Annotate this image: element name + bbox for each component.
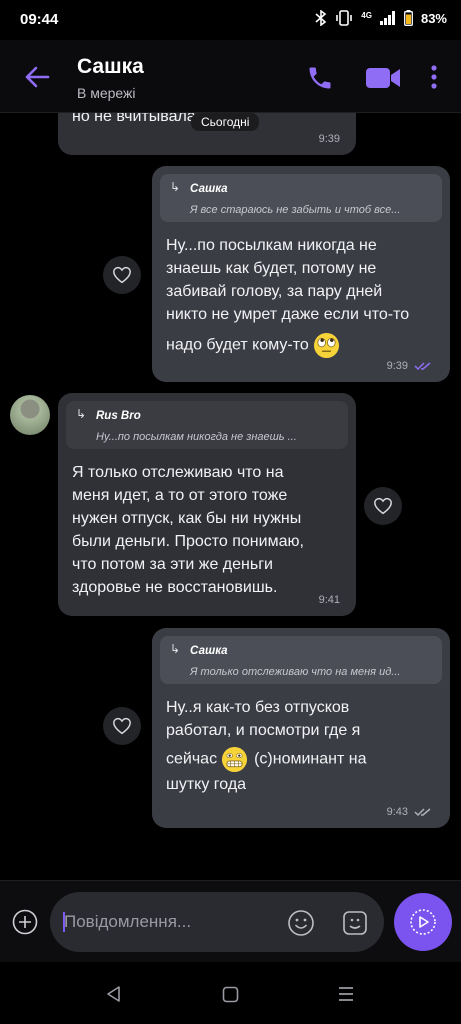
message-composer: Повідомлення... <box>0 880 461 963</box>
message-time: 9:43 <box>386 806 408 818</box>
heart-icon <box>113 266 131 284</box>
reply-arrow-icon: ↳ <box>170 642 181 656</box>
message-input[interactable]: Повідомлення... <box>50 892 384 952</box>
message-time: 9:41 <box>318 594 340 606</box>
message-line-text: (с)номинант на <box>254 750 367 768</box>
reply-arrow-icon: ↳ <box>76 407 87 421</box>
message-line: нужен отпуск, как бы ни нужны <box>72 510 302 527</box>
like-button[interactable] <box>103 256 141 294</box>
nav-home-icon[interactable] <box>222 986 239 1003</box>
sticker-icon[interactable] <box>341 909 369 937</box>
quote-text: Я только отслеживаю что на меня ид... <box>190 666 401 678</box>
message-list[interactable]: но не вчитывалась 9:39 Сьогодні ↳ Сашка … <box>0 113 461 880</box>
message-line: здоровье не восстановишь. <box>72 579 278 596</box>
status-bar: 09:44 4G 83% <box>0 0 461 40</box>
message-line: забивай голову, за пару дней <box>166 283 383 300</box>
message-line: никто не умрет даже если что-то <box>166 306 410 323</box>
phone-call-icon[interactable] <box>306 64 334 92</box>
quote-text: Ну...по посылкам никогда не знаешь ... <box>96 431 297 443</box>
vibrate-icon <box>336 10 353 26</box>
contact-avatar[interactable] <box>10 395 50 435</box>
message-meta: 9:39 <box>387 360 434 372</box>
message-meta: 9:43 <box>387 806 434 818</box>
video-call-icon[interactable] <box>365 66 401 90</box>
system-navigation-bar <box>0 962 461 1024</box>
rolling-eyes-emoji <box>313 332 339 359</box>
grimacing-emoji <box>222 746 248 773</box>
like-button[interactable] <box>103 707 141 745</box>
message-text: Ну..я как-то без отпусков работал, и пос… <box>166 696 436 796</box>
message-line: Я только отслеживаю что на <box>72 464 284 481</box>
nav-back-icon[interactable] <box>104 984 124 1004</box>
quote-author: Сашка <box>190 645 228 657</box>
message-meta: 9:41 <box>319 594 340 606</box>
day-separator: Сьогодні <box>191 113 260 131</box>
message-line-text: сейчас <box>166 750 218 768</box>
contact-name[interactable]: Сашка <box>77 55 144 79</box>
read-checkmarks-icon <box>414 362 431 371</box>
nav-recents-icon[interactable] <box>336 984 356 1004</box>
back-arrow-icon[interactable] <box>22 62 52 92</box>
emoji-picker-icon[interactable] <box>287 909 315 937</box>
heart-icon <box>374 497 392 515</box>
message-line: надо будет кому-то <box>166 332 436 359</box>
network-type: 4G <box>361 10 372 20</box>
status-time: 09:44 <box>20 11 59 28</box>
bluetooth-icon <box>315 10 327 26</box>
more-options-icon[interactable] <box>428 64 440 90</box>
message-meta: 9:39 <box>319 133 340 145</box>
message-line: работал, и посмотри где я <box>166 722 361 739</box>
like-button[interactable] <box>364 487 402 525</box>
reply-quote[interactable]: ↳ Сашка Я все стараюсь не забыть и чтоб … <box>160 174 442 222</box>
message-line: Ну..я как-то без отпусков <box>166 699 350 716</box>
signal-icon <box>379 11 395 25</box>
reply-arrow-icon: ↳ <box>170 180 181 194</box>
voice-message-button[interactable] <box>394 893 452 951</box>
message-line: что потом за эти же деньги <box>72 556 273 573</box>
chat-header: Сашка В мережі <box>0 40 461 113</box>
message-line: знаешь как будет, потому не <box>166 260 377 277</box>
reply-quote[interactable]: ↳ Сашка Я только отслеживаю что на меня … <box>160 636 442 684</box>
quote-author: Сашка <box>190 183 228 195</box>
message-input-placeholder: Повідомлення... <box>64 912 192 931</box>
add-attachment-icon[interactable] <box>12 909 38 935</box>
quote-author: Rus Bro <box>96 410 141 422</box>
message-line: сейчас (с)номинант на <box>166 746 436 773</box>
battery-icon <box>404 10 413 26</box>
message-bubble-incoming[interactable]: ↳ Rus Bro Ну...по посылкам никогда не зн… <box>58 393 356 616</box>
reply-quote[interactable]: ↳ Rus Bro Ну...по посылкам никогда не зн… <box>66 401 348 449</box>
status-icons: 4G 83% <box>315 10 447 26</box>
message-line: меня идет, а то от этого тоже <box>72 487 288 504</box>
message-time: 9:39 <box>386 360 408 372</box>
message-bubble-outgoing[interactable]: ↳ Сашка Я все стараюсь не забыть и чтоб … <box>152 166 450 382</box>
message-line: были деньги. Просто понимаю, <box>72 533 304 550</box>
heart-icon <box>113 717 131 735</box>
quote-text: Я все стараюсь не забыть и чтоб все... <box>190 204 401 216</box>
delivered-checkmarks-icon <box>414 808 431 817</box>
message-line: Ну...по посылкам никогда не <box>166 237 377 254</box>
message-text: Я только отслеживаю что на меня идет, а … <box>72 461 342 599</box>
message-bubble-outgoing[interactable]: ↳ Сашка Я только отслеживаю что на меня … <box>152 628 450 828</box>
message-line: шутку года <box>166 776 247 793</box>
message-text: Ну...по посылкам никогда не знаешь как б… <box>166 234 436 359</box>
contact-status: В мережі <box>77 85 136 101</box>
message-line-text: надо будет кому-то <box>166 336 309 354</box>
battery-percent: 83% <box>420 10 447 26</box>
play-icon <box>410 909 436 935</box>
message-time: 9:39 <box>318 133 340 145</box>
